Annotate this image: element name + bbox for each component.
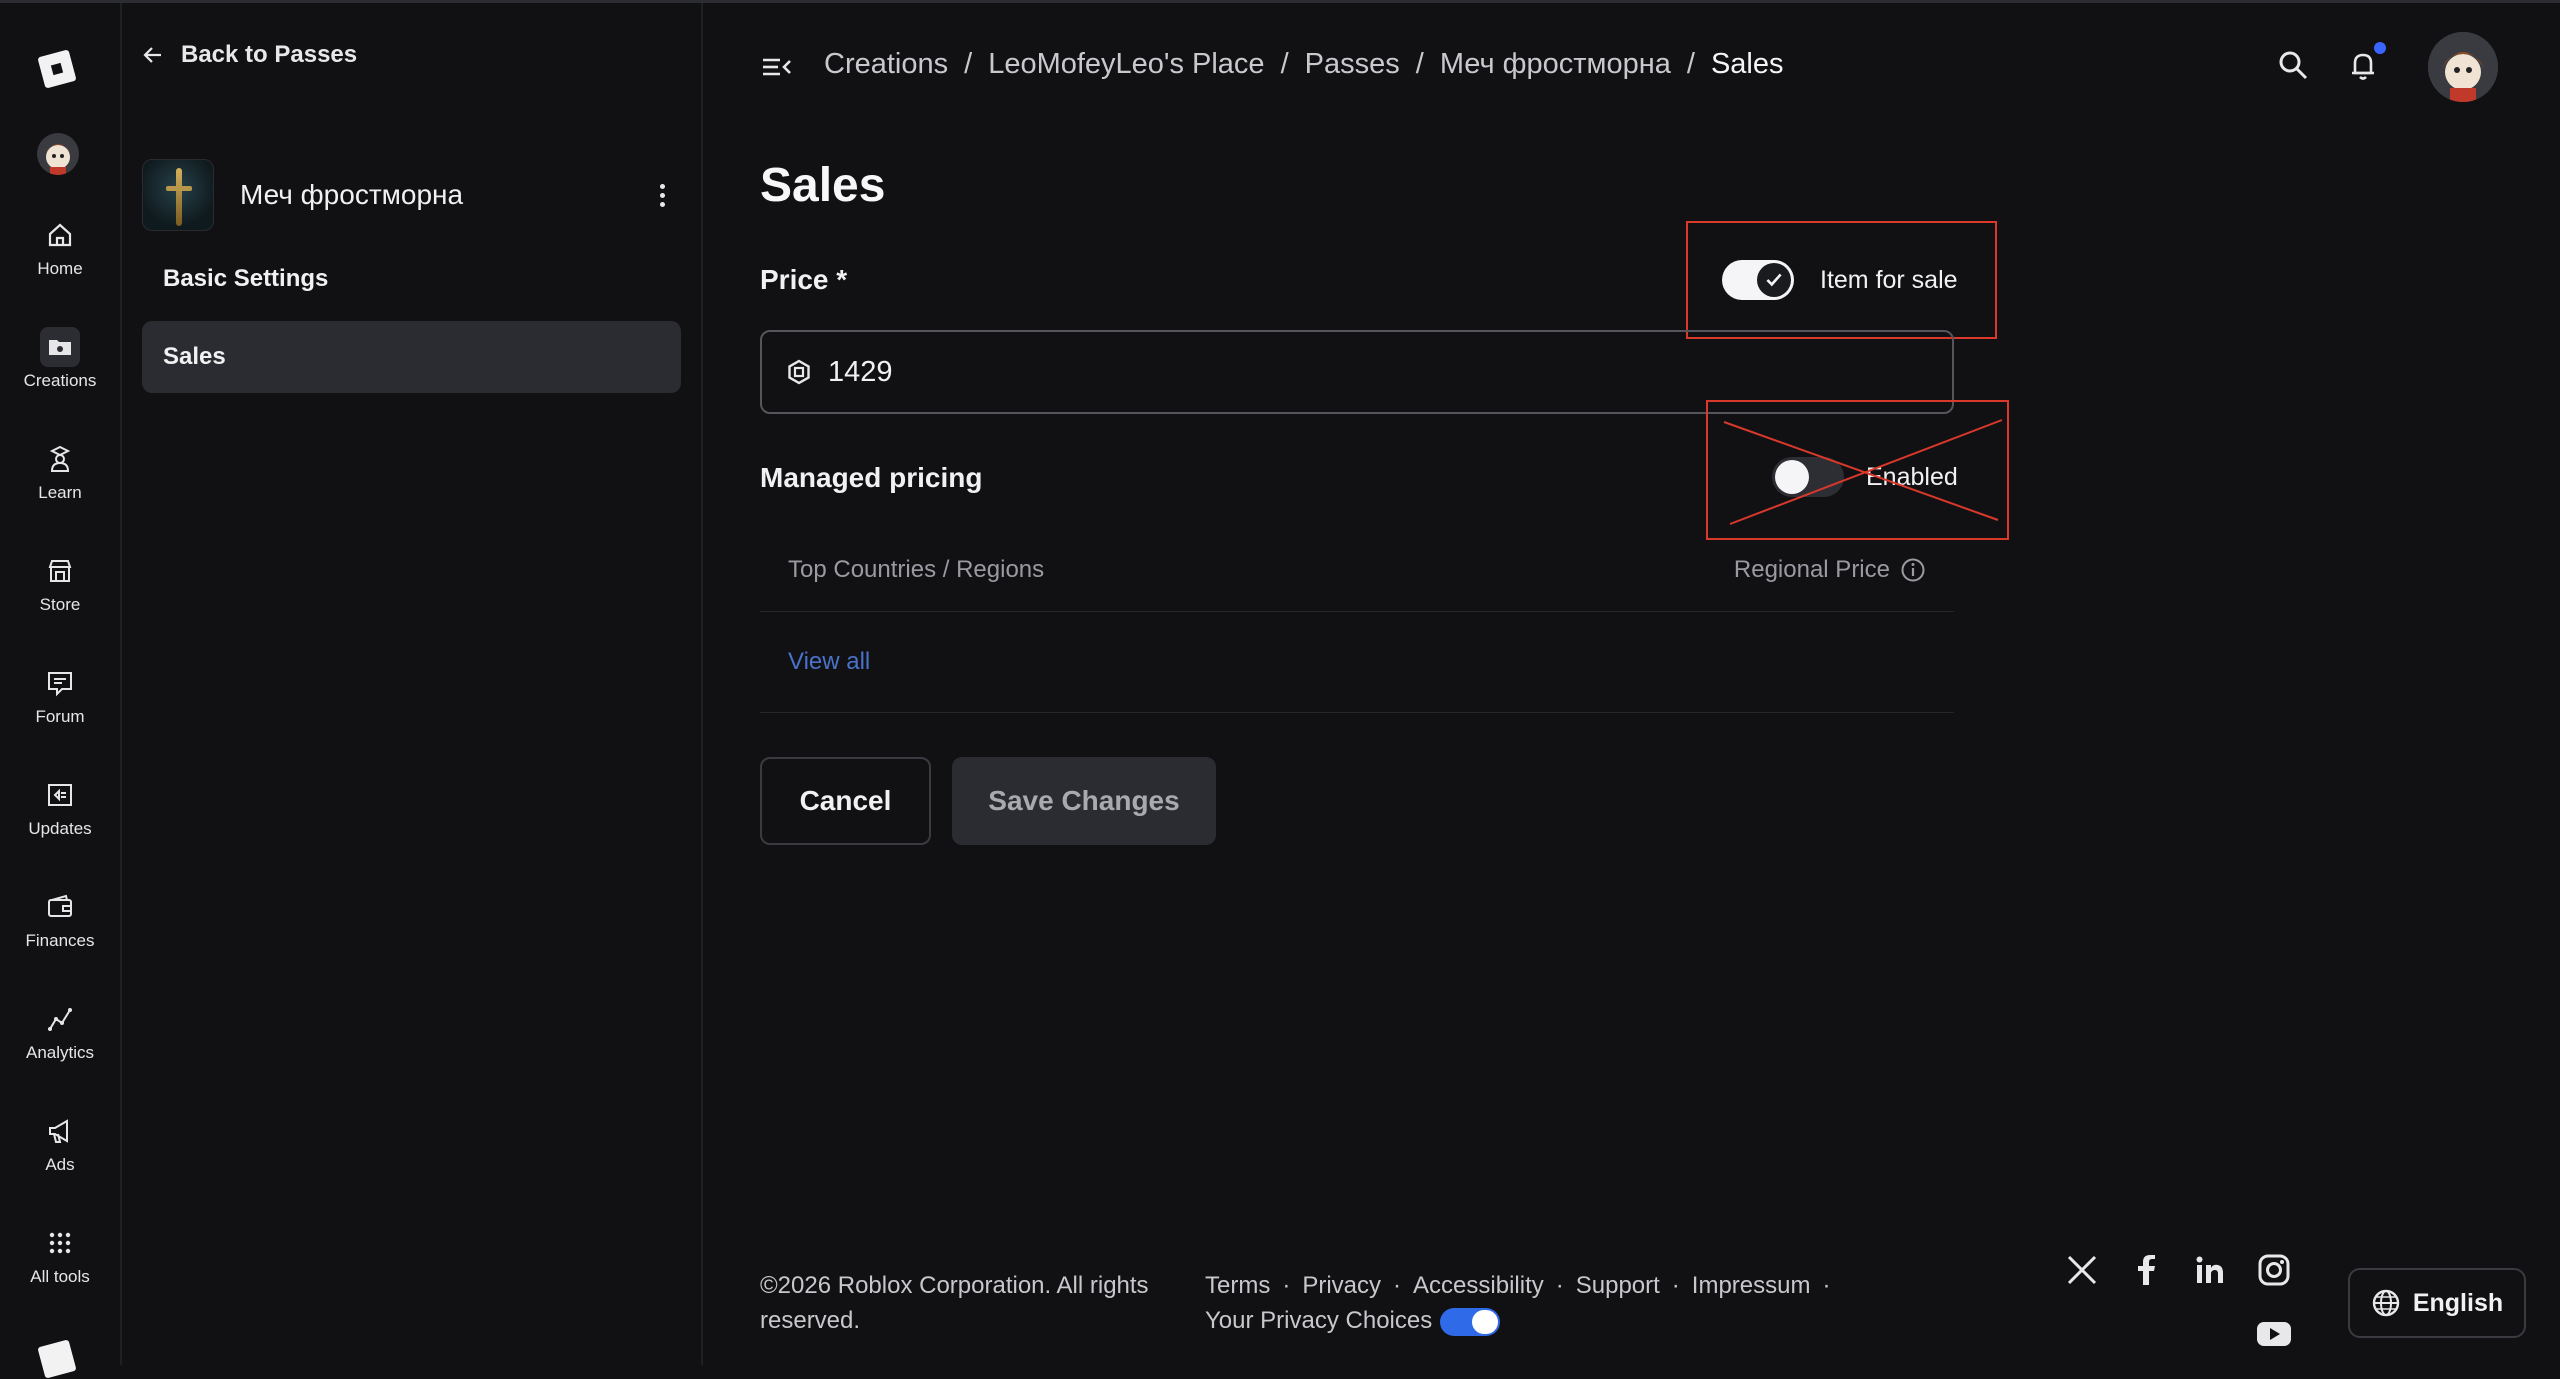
- back-label: Back to Passes: [181, 41, 358, 68]
- column-regional-price: Regional Price: [1734, 556, 1926, 584]
- footer-link-accessibility[interactable]: Accessibility: [1413, 1272, 1544, 1299]
- rail-label: Analytics: [25, 1043, 95, 1062]
- folder-icon: [40, 327, 80, 367]
- instagram-icon[interactable]: [2256, 1252, 2292, 1288]
- item-for-sale-label: Item for sale: [1820, 265, 1958, 294]
- rail-item-store[interactable]: Store: [0, 551, 120, 615]
- more-options-icon[interactable]: [642, 175, 682, 215]
- sidebar-item-basic-settings[interactable]: Basic Settings: [163, 265, 328, 293]
- rail-label: Ads: [45, 1155, 75, 1174]
- youtube-icon[interactable]: [2256, 1320, 2292, 1348]
- rail-item-finances[interactable]: Finances: [0, 887, 120, 951]
- rail-item-all-tools[interactable]: All tools: [0, 1223, 120, 1287]
- rail-label: All tools: [30, 1267, 90, 1286]
- rail-label: Finances: [25, 931, 95, 950]
- item-sidebar: Back to Passes Меч фростморна Basic Sett…: [123, 3, 703, 1365]
- item-thumbnail: [142, 159, 214, 231]
- collapse-menu-icon[interactable]: [760, 52, 794, 82]
- sidebar-item-label: Sales: [163, 343, 226, 370]
- rail-item-forum[interactable]: Forum: [0, 663, 120, 727]
- item-for-sale-control: Item for sale: [1722, 260, 1958, 300]
- breadcrumb-separator: /: [1415, 48, 1424, 80]
- footer-link-privacy-choices[interactable]: Your Privacy Choices: [1205, 1307, 1432, 1334]
- copyright-text: ©2026 Roblox Corporation. All rights res…: [760, 1272, 1149, 1334]
- rail-label: Forum: [35, 707, 85, 726]
- breadcrumb-place[interactable]: LeoMofeyLeo's Place: [988, 48, 1264, 81]
- breadcrumb: Creations / LeoMofeyLeo's Place / Passes…: [824, 48, 1783, 81]
- column-countries: Top Countries / Regions: [788, 556, 1045, 583]
- column-regional-label: Regional Price: [1733, 556, 1890, 583]
- rail-item-creations[interactable]: Creations: [0, 327, 120, 391]
- rail-label: Home: [37, 259, 83, 278]
- info-icon[interactable]: [1900, 557, 1926, 583]
- updates-icon: [40, 775, 80, 815]
- item-header: Меч фростморна: [142, 157, 682, 233]
- rail-label: Creations: [23, 371, 97, 390]
- item-for-sale-toggle[interactable]: [1722, 260, 1794, 300]
- rail-item-ads[interactable]: Ads: [0, 1111, 120, 1175]
- cancel-button[interactable]: Cancel: [760, 757, 931, 845]
- price-label: Price *: [760, 264, 848, 295]
- rail-avatar[interactable]: [37, 133, 79, 175]
- privacy-choices-icon[interactable]: [1440, 1307, 1501, 1336]
- arrow-left-icon: [143, 47, 161, 63]
- page-title: Sales: [760, 159, 886, 212]
- rail-item-home[interactable]: Home: [0, 215, 120, 279]
- footer-link-support[interactable]: Support: [1576, 1272, 1660, 1299]
- managed-pricing-label: Managed pricing: [760, 462, 983, 493]
- language-label: English: [2412, 1288, 2504, 1317]
- annotation-cross-managed-pricing: [1706, 400, 2009, 540]
- breadcrumb-current: Sales: [1710, 48, 1784, 80]
- save-changes-button[interactable]: Save Changes: [952, 757, 1216, 845]
- grid-icon: [40, 1223, 80, 1263]
- chat-icon: [40, 663, 80, 703]
- rail-item-updates[interactable]: Updates: [0, 775, 120, 839]
- footer-link-terms[interactable]: Terms: [1205, 1272, 1270, 1299]
- check-icon: [1757, 263, 1791, 297]
- breadcrumb-separator: /: [964, 48, 973, 80]
- rail-label: Updates: [28, 819, 92, 838]
- facebook-icon[interactable]: [2128, 1252, 2164, 1288]
- megaphone-icon: [40, 1111, 80, 1151]
- price-input[interactable]: [828, 355, 1728, 389]
- footer-links: Terms · Privacy · Accessibility · Support · Impr…: [1205, 1272, 1831, 1336]
- user-avatar[interactable]: [2428, 32, 2498, 102]
- roblox-logo-icon[interactable]: [37, 49, 77, 89]
- rail-item-analytics[interactable]: Analytics: [0, 999, 120, 1063]
- notification-dot: [2374, 42, 2386, 54]
- view-all-row: View all: [760, 613, 1954, 713]
- home-icon: [40, 215, 80, 255]
- robux-icon: [788, 359, 810, 385]
- item-name: Меч фростморна: [240, 179, 464, 210]
- footer-link-privacy[interactable]: Privacy: [1302, 1272, 1381, 1299]
- sidebar-item-sales[interactable]: Sales: [142, 321, 681, 393]
- regional-price-table-header: Top Countries / Regions Regional Price: [760, 540, 1954, 612]
- roblox-logo-icon: [37, 1339, 77, 1379]
- breadcrumb-separator: /: [1280, 48, 1289, 80]
- rail-label: Store: [39, 595, 81, 614]
- breadcrumb-passes[interactable]: Passes: [1305, 48, 1400, 81]
- linkedin-icon[interactable]: [2192, 1252, 2228, 1288]
- footer-link-impressum[interactable]: Impressum: [1692, 1272, 1811, 1299]
- back-to-passes-link[interactable]: Back to Passes: [141, 41, 357, 69]
- rail-label: Learn: [38, 483, 82, 502]
- search-icon[interactable]: [2276, 48, 2310, 82]
- globe-icon: [2372, 1289, 2400, 1317]
- graduation-icon: [40, 439, 80, 479]
- rail-item-learn[interactable]: Learn: [0, 439, 120, 503]
- language-button[interactable]: English: [2348, 1268, 2526, 1338]
- breadcrumb-creations[interactable]: Creations: [824, 48, 948, 81]
- primary-rail: Home Creations Learn Store Forum Updates…: [0, 3, 122, 1379]
- store-icon: [40, 551, 80, 591]
- breadcrumb-separator: /: [1686, 48, 1695, 80]
- view-all-link[interactable]: View all: [788, 648, 870, 676]
- analytics-icon: [40, 999, 80, 1039]
- wallet-icon: [40, 887, 80, 927]
- x-icon[interactable]: [2064, 1252, 2100, 1288]
- breadcrumb-item[interactable]: Меч фростморна: [1440, 48, 1671, 81]
